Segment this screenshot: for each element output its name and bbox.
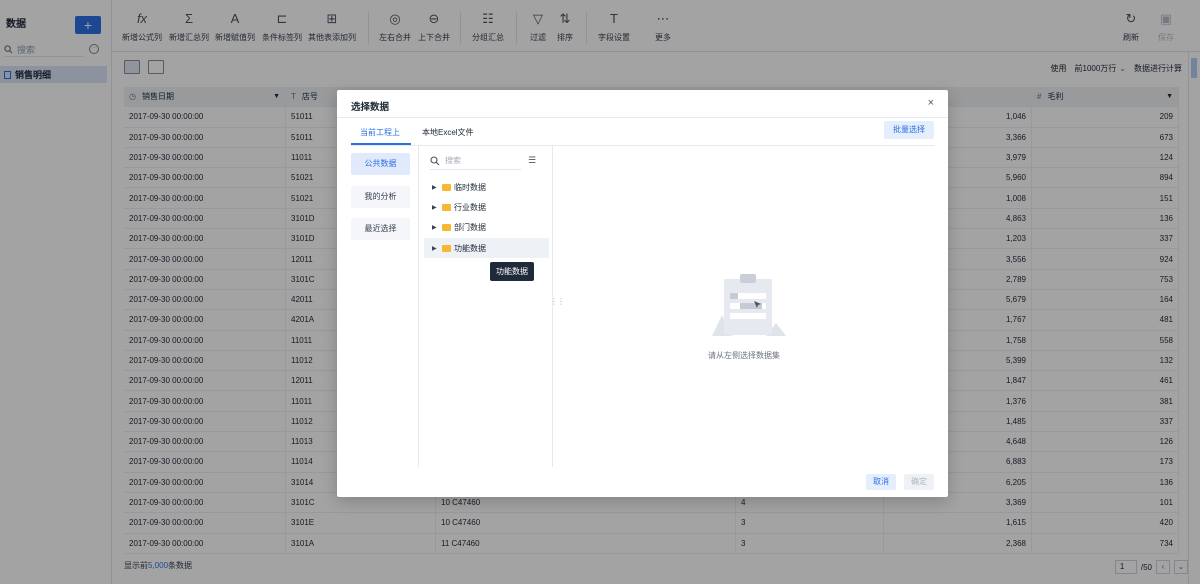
confirm-button[interactable]: 确定 <box>904 474 934 490</box>
folder-icon <box>442 183 451 191</box>
empty-clipboard-illustration <box>712 274 786 336</box>
tab-current-project[interactable]: 当前工程上 <box>360 127 400 138</box>
select-data-dialog: 选择数据 × 当前工程上 本地Excel文件 批量选择 公共数据 我的分析 最近… <box>337 90 948 497</box>
folder-icon <box>442 244 451 252</box>
source-category-list: 公共数据 我的分析 最近选择 <box>351 145 419 467</box>
filter-list-icon[interactable]: ☰ <box>528 155 536 166</box>
close-icon[interactable]: × <box>928 97 934 109</box>
tree-item-temp-data[interactable]: ▶ 临时数据 <box>424 177 549 197</box>
tree-item-label: 临时数据 <box>454 182 486 192</box>
tree-item-industry-data[interactable]: ▶ 行业数据 <box>424 197 549 217</box>
tree-item-label: 部门数据 <box>454 222 486 232</box>
batch-select-button[interactable]: 批量选择 <box>884 121 934 139</box>
cancel-button[interactable]: 取消 <box>866 474 896 490</box>
dataset-tree-panel: 搜索 ☰ ▶ 临时数据 ▶ 行业数据 ▶ 部门数据 ▶ 功能数据 <box>420 145 553 467</box>
category-public-data[interactable]: 公共数据 <box>351 153 410 175</box>
expand-arrow-icon[interactable]: ▶ <box>432 224 442 231</box>
tree-tooltip: 功能数据 <box>490 262 534 281</box>
category-my-analysis[interactable]: 我的分析 <box>351 186 410 208</box>
search-placeholder: 搜索 <box>445 156 461 165</box>
expand-arrow-icon[interactable]: ▶ <box>432 184 442 191</box>
tree-item-department-data[interactable]: ▶ 部门数据 <box>424 217 549 237</box>
drag-handle-icon[interactable]: ⋮⋮ <box>109 288 124 296</box>
expand-arrow-icon[interactable]: ▶ <box>432 204 442 211</box>
expand-arrow-icon[interactable]: ▶ <box>432 245 442 252</box>
tree-item-label: 功能数据 <box>454 243 486 253</box>
tab-local-excel[interactable]: 本地Excel文件 <box>422 127 474 138</box>
search-icon <box>430 155 440 165</box>
tree-item-function-data[interactable]: ▶ 功能数据 <box>424 238 549 258</box>
tree-item-label: 行业数据 <box>454 202 486 212</box>
empty-state-text: 请从左侧选择数据集 <box>708 351 780 360</box>
dialog-title: 选择数据 <box>351 102 390 113</box>
dataset-search-input[interactable]: 搜索 <box>430 152 521 170</box>
dataset-preview-panel: 请从左侧选择数据集 <box>554 145 934 467</box>
folder-icon <box>442 223 451 231</box>
divider <box>337 117 948 118</box>
folder-icon <box>442 203 451 211</box>
category-recent[interactable]: 最近选择 <box>351 218 410 240</box>
